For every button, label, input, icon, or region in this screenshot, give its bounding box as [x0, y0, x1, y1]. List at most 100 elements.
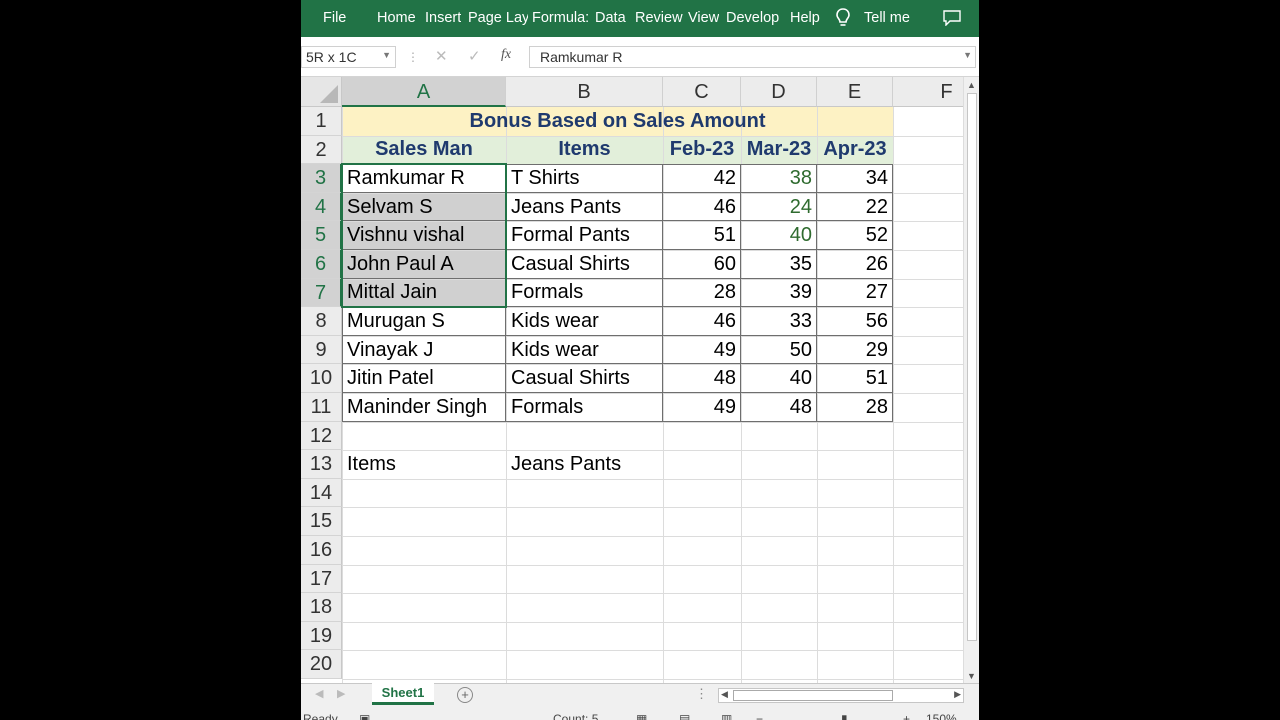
- insert-function-icon[interactable]: fx: [501, 47, 511, 63]
- header-cell[interactable]: Apr-23: [817, 136, 893, 165]
- table-cell[interactable]: 60: [663, 250, 741, 279]
- column-header-a[interactable]: A: [342, 77, 506, 107]
- header-cell[interactable]: Mar-23: [741, 136, 817, 165]
- chevron-down-icon[interactable]: ▼: [963, 50, 972, 60]
- comments-icon[interactable]: [943, 10, 961, 26]
- page-layout-view-icon[interactable]: ▤: [679, 712, 690, 720]
- check-icon[interactable]: ✓: [468, 47, 481, 65]
- table-cell[interactable]: 49: [663, 336, 741, 365]
- row-header-11[interactable]: 11: [301, 393, 342, 422]
- row-header-3[interactable]: 3: [301, 164, 342, 193]
- zoom-level[interactable]: 150%: [926, 712, 957, 720]
- table-cell[interactable]: Formals: [506, 279, 663, 308]
- scroll-down-icon[interactable]: ▼: [967, 671, 976, 681]
- table-cell[interactable]: Vinayak J: [342, 336, 506, 365]
- row-header-10[interactable]: 10: [301, 364, 342, 393]
- column-header-c[interactable]: C: [663, 77, 741, 107]
- tab-data[interactable]: Data: [595, 10, 626, 26]
- table-cell[interactable]: 39: [741, 279, 817, 308]
- sheet-tab-sheet1[interactable]: Sheet1: [372, 683, 434, 705]
- page-break-view-icon[interactable]: ▥: [721, 712, 732, 720]
- select-all-button[interactable]: [301, 77, 342, 107]
- table-cell[interactable]: Kids wear: [506, 307, 663, 336]
- table-cell[interactable]: Casual Shirts: [506, 364, 663, 393]
- zoom-in-icon[interactable]: +: [903, 712, 910, 720]
- column-header-d[interactable]: D: [741, 77, 817, 107]
- table-cell[interactable]: 40: [741, 221, 817, 250]
- table-cell[interactable]: 46: [663, 193, 741, 222]
- lookup-value[interactable]: Jeans Pants: [506, 450, 663, 479]
- table-cell[interactable]: 49: [663, 393, 741, 422]
- column-header-e[interactable]: E: [817, 77, 893, 107]
- tell-me-box[interactable]: Tell me: [864, 10, 912, 26]
- normal-view-icon[interactable]: ▦: [636, 712, 647, 720]
- lookup-label[interactable]: Items: [342, 450, 506, 479]
- table-cell[interactable]: 28: [663, 279, 741, 308]
- table-cell[interactable]: 48: [741, 393, 817, 422]
- table-cell[interactable]: 29: [817, 336, 893, 365]
- column-header-b[interactable]: B: [506, 77, 663, 107]
- macro-record-icon[interactable]: ▣: [359, 712, 370, 720]
- table-cell[interactable]: Formals: [506, 393, 663, 422]
- table-cell[interactable]: 35: [741, 250, 817, 279]
- table-cell[interactable]: 34: [817, 164, 893, 193]
- table-cell[interactable]: Maninder Singh: [342, 393, 506, 422]
- lightbulb-icon[interactable]: [835, 7, 851, 29]
- row-header-2[interactable]: 2: [301, 135, 342, 165]
- table-cell[interactable]: Murugan S: [342, 307, 506, 336]
- table-cell[interactable]: 27: [817, 279, 893, 308]
- row-header-12[interactable]: 12: [301, 421, 342, 451]
- row-header-9[interactable]: 9: [301, 335, 342, 365]
- cancel-icon[interactable]: ✕: [435, 47, 448, 65]
- table-cell[interactable]: T Shirts: [506, 164, 663, 193]
- sheet-title[interactable]: Bonus Based on Sales Amount: [342, 107, 893, 136]
- add-sheet-icon[interactable]: +: [457, 687, 473, 703]
- table-cell[interactable]: 40: [741, 364, 817, 393]
- prev-sheet-icon[interactable]: ◀: [315, 687, 323, 700]
- row-header-15[interactable]: 15: [301, 507, 342, 536]
- table-cell[interactable]: Jitin Patel: [342, 364, 506, 393]
- formula-input[interactable]: Ramkumar R ▼: [529, 46, 976, 68]
- zoom-out-icon[interactable]: −: [756, 712, 763, 720]
- table-cell[interactable]: 51: [663, 221, 741, 250]
- zoom-slider[interactable]: ▮: [841, 712, 848, 720]
- row-header-4[interactable]: 4: [301, 192, 342, 222]
- row-header-6[interactable]: 6: [301, 250, 342, 279]
- horizontal-scrollbar[interactable]: ◀ ▶: [718, 688, 964, 703]
- horizontal-scroll-thumb[interactable]: [733, 690, 893, 701]
- table-cell[interactable]: Jeans Pants: [506, 193, 663, 222]
- vertical-scrollbar[interactable]: ▲ ▼: [963, 77, 979, 683]
- row-header-7[interactable]: 7: [301, 278, 342, 308]
- table-cell[interactable]: 22: [817, 193, 893, 222]
- tab-help[interactable]: Help: [790, 10, 820, 26]
- row-header-5[interactable]: 5: [301, 221, 342, 250]
- tab-review[interactable]: Review: [635, 10, 683, 26]
- tab-page-layout[interactable]: Page Lay: [468, 10, 528, 26]
- tab-developer[interactable]: Develop: [726, 10, 784, 26]
- table-cell[interactable]: 51: [817, 364, 893, 393]
- row-header-1[interactable]: 1: [301, 107, 342, 136]
- header-cell[interactable]: Feb-23: [663, 136, 741, 165]
- tab-home[interactable]: Home: [377, 10, 416, 26]
- header-cell[interactable]: Items: [506, 136, 663, 165]
- tab-insert[interactable]: Insert: [425, 10, 461, 26]
- header-cell[interactable]: Sales Man: [342, 136, 506, 165]
- column-header-f[interactable]: F: [893, 77, 963, 107]
- table-cell[interactable]: 42: [663, 164, 741, 193]
- tab-view[interactable]: View: [688, 10, 719, 26]
- scroll-left-icon[interactable]: ◀: [721, 689, 728, 700]
- table-cell[interactable]: Casual Shirts: [506, 250, 663, 279]
- table-cell[interactable]: 50: [741, 336, 817, 365]
- row-header-16[interactable]: 16: [301, 536, 342, 565]
- vertical-scroll-thumb[interactable]: [967, 93, 977, 641]
- table-cell[interactable]: Kids wear: [506, 336, 663, 365]
- row-header-14[interactable]: 14: [301, 478, 342, 508]
- table-cell[interactable]: 38: [741, 164, 817, 193]
- row-header-13[interactable]: 13: [301, 450, 342, 479]
- scroll-up-icon[interactable]: ▲: [967, 80, 976, 90]
- chevron-down-icon[interactable]: ▼: [382, 50, 391, 60]
- next-sheet-icon[interactable]: ▶: [337, 687, 345, 700]
- table-cell[interactable]: 33: [741, 307, 817, 336]
- tab-formulas[interactable]: Formula:: [532, 10, 592, 26]
- table-cell[interactable]: Formal Pants: [506, 221, 663, 250]
